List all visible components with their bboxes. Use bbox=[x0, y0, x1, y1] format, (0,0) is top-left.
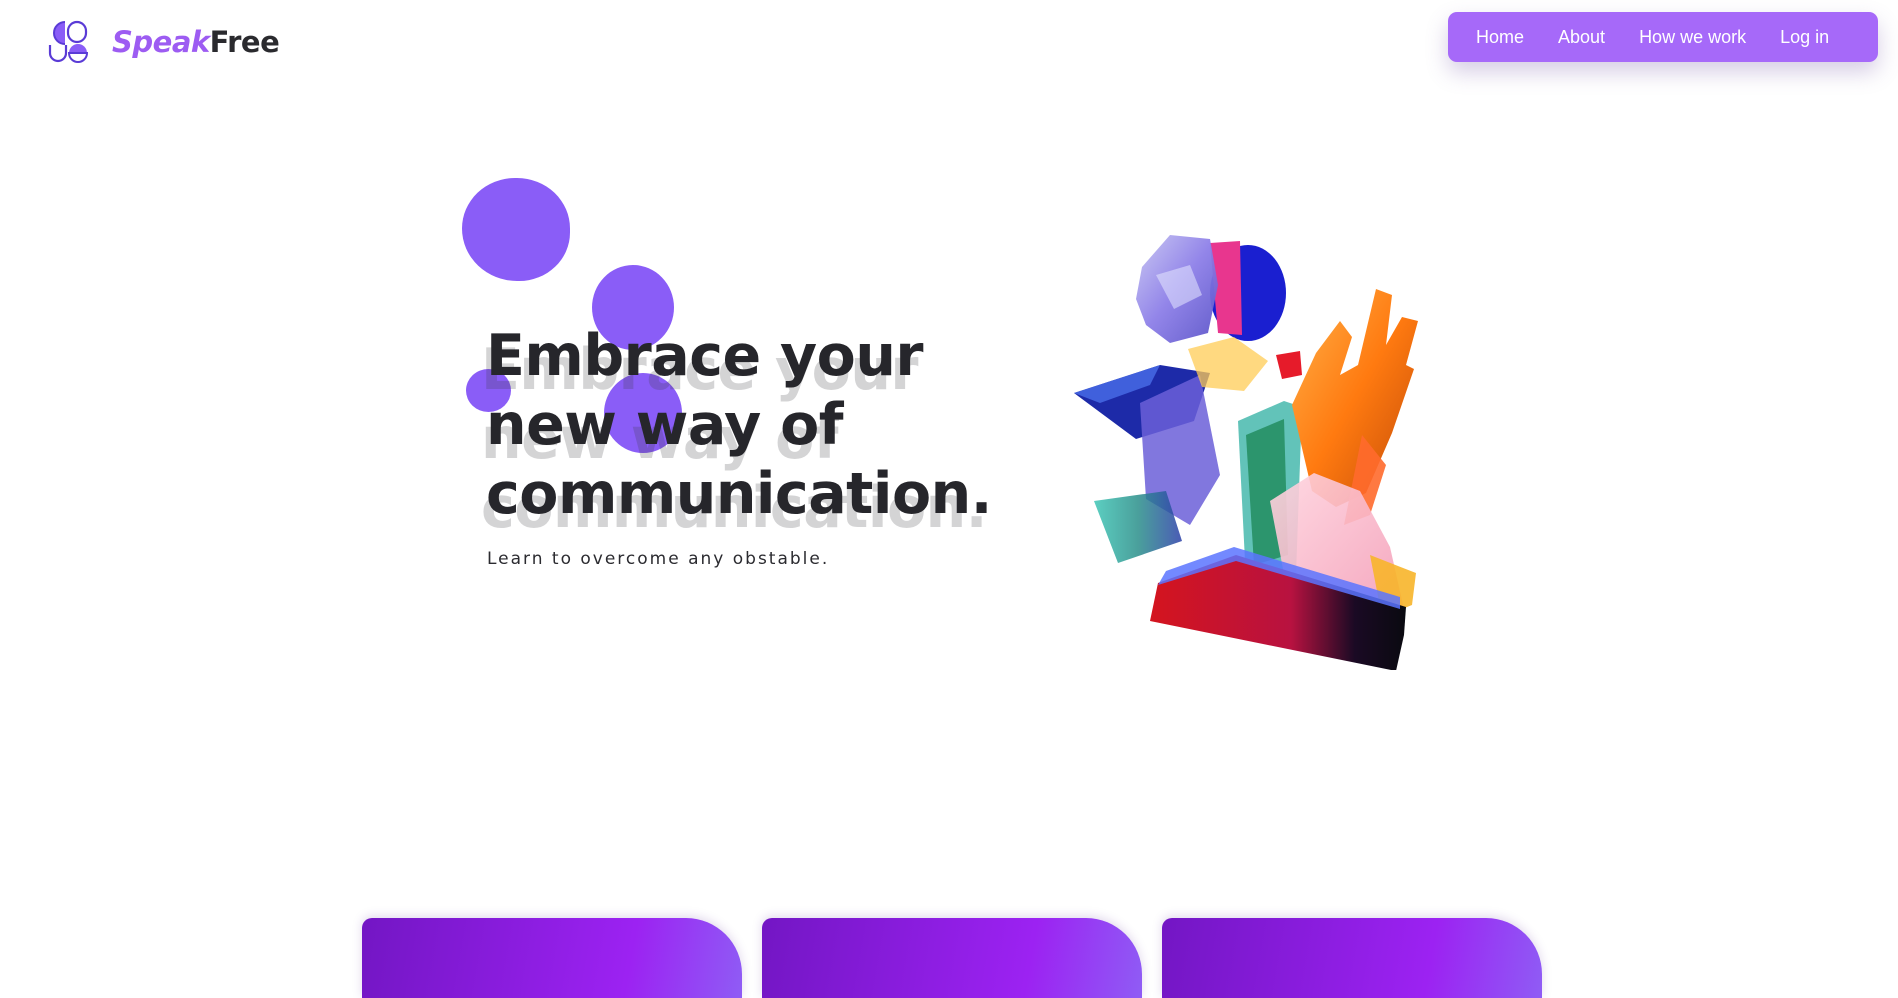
nav-log-in[interactable]: Log in bbox=[1780, 27, 1829, 48]
headline-line-1: Embrace your bbox=[486, 323, 924, 389]
nav-about[interactable]: About bbox=[1558, 27, 1605, 48]
hero-headline: Embrace your new way of communication. bbox=[486, 322, 1046, 529]
headline-line-3: communication. bbox=[486, 461, 992, 527]
feature-card-1[interactable] bbox=[362, 918, 742, 998]
hero-subtitle: Learn to overcome any obstable. bbox=[487, 549, 830, 569]
logo[interactable]: SpeakFree bbox=[48, 20, 280, 64]
nav-how-we-work[interactable]: How we work bbox=[1639, 27, 1746, 48]
feature-card-2[interactable] bbox=[762, 918, 1142, 998]
feature-card-3[interactable] bbox=[1162, 918, 1542, 998]
brand-name: SpeakFree bbox=[112, 25, 280, 59]
decorative-blob-large bbox=[462, 178, 570, 281]
nav-home[interactable]: Home bbox=[1476, 27, 1524, 48]
brand-name-free: Free bbox=[209, 25, 280, 59]
hero-illustration bbox=[1074, 235, 1418, 670]
headline-line-2: new way of bbox=[486, 392, 844, 458]
speakfree-logo-icon bbox=[48, 20, 89, 63]
main-nav: Home About How we work Log in bbox=[1448, 12, 1878, 62]
brand-name-speak: Speak bbox=[112, 25, 210, 59]
hero-headline-block: Embrace your new way of communication. E… bbox=[481, 322, 1046, 541]
